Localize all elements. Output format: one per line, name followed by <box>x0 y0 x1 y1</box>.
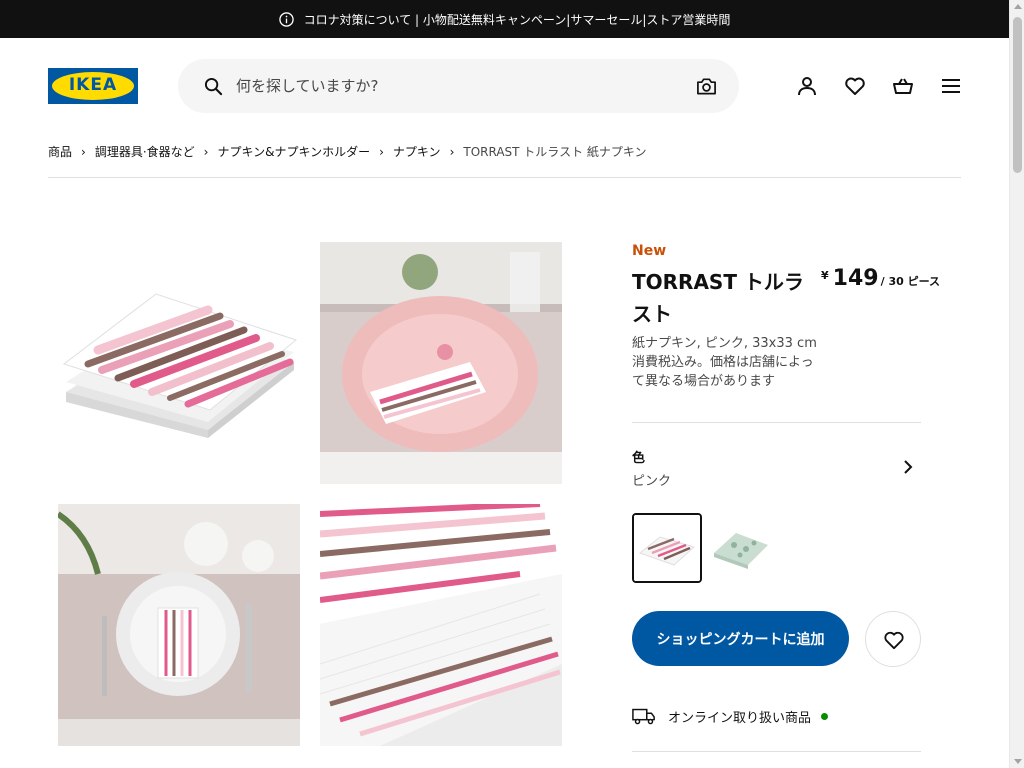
price-currency: ¥ <box>821 269 829 282</box>
heart-icon <box>884 631 904 650</box>
search-bar[interactable] <box>178 59 739 113</box>
info-icon <box>278 11 294 27</box>
product-image-1[interactable] <box>58 242 300 484</box>
scroll-down-icon[interactable] <box>1014 759 1022 764</box>
camera-icon[interactable] <box>696 76 717 96</box>
breadcrumb-separator: › <box>203 144 209 159</box>
menu-icon[interactable] <box>939 74 963 98</box>
product-subtitle: 紙ナプキン, ピンク, 33x33 cm <box>632 336 817 351</box>
online-label: オンライン取り扱い商品 <box>668 710 812 726</box>
breadcrumb-item-napkins-holders[interactable]: ナプキン&ナプキンホルダー <box>217 143 370 160</box>
breadcrumb-separator: › <box>379 144 384 159</box>
section-divider <box>632 751 921 752</box>
truck-icon <box>632 708 655 725</box>
breadcrumb-separator: › <box>449 144 455 159</box>
announcement-bar[interactable]: コロナ対策について | 小物配送無料キャンペーン|サマーセール|ストア営業時間 <box>0 0 1009 38</box>
product-title: TORRAST トルラスト <box>632 270 804 326</box>
color-value: ピンク <box>632 474 672 489</box>
product-price: ¥149/ 30 ピース <box>821 266 940 291</box>
page-scrollbar[interactable] <box>1009 0 1024 768</box>
header-divider <box>48 177 961 178</box>
scroll-thumb[interactable] <box>1013 17 1022 173</box>
cart-icon[interactable] <box>891 74 915 98</box>
section-divider <box>632 422 921 423</box>
color-label: 色 <box>632 451 646 466</box>
availability-status-dot <box>821 712 829 720</box>
breadcrumb: 商品 › 調理器具·食器など › ナプキン&ナプキンホルダー › ナプキン › … <box>48 143 647 160</box>
announcement-text[interactable]: コロナ対策について | 小物配送無料キャンペーン|サマーセール|ストア営業時間 <box>304 11 731 28</box>
color-swatch-pink[interactable] <box>632 513 702 583</box>
product-description: 紙ナプキン, ピンク, 33x33 cm 消費税込み。価格は店舗によって異なる場… <box>632 334 822 391</box>
search-input[interactable] <box>236 71 676 101</box>
scroll-up-icon[interactable] <box>1014 4 1022 9</box>
color-swatch-green[interactable] <box>706 513 776 583</box>
add-to-cart-button[interactable]: ショッピングカートに追加 <box>632 611 849 666</box>
breadcrumb-item-products[interactable]: 商品 <box>48 143 72 160</box>
product-image-2[interactable] <box>320 242 562 484</box>
online-availability: オンライン取り扱い商品 <box>632 706 829 726</box>
breadcrumb-item-current: TORRAST トルラスト 紙ナプキン <box>463 145 647 159</box>
price-unit: / 30 ピース <box>880 275 941 288</box>
favorite-button[interactable] <box>865 611 921 667</box>
breadcrumb-item-cookware[interactable]: 調理器具·食器など <box>95 143 195 160</box>
price-note: 消費税込み。価格は店舗によって異なる場合があります <box>632 355 814 389</box>
search-icon[interactable] <box>204 77 223 96</box>
new-badge: New <box>632 243 667 259</box>
price-amount: 149 <box>832 266 879 291</box>
heart-icon[interactable] <box>843 74 867 98</box>
chevron-right-icon[interactable] <box>900 459 916 475</box>
ikea-logo[interactable]: IKEA <box>48 68 138 104</box>
user-icon[interactable] <box>795 74 819 98</box>
product-image-4[interactable] <box>320 504 562 746</box>
product-image-3[interactable] <box>58 504 300 746</box>
breadcrumb-separator: › <box>81 144 86 159</box>
breadcrumb-item-napkins[interactable]: ナプキン <box>393 143 441 160</box>
